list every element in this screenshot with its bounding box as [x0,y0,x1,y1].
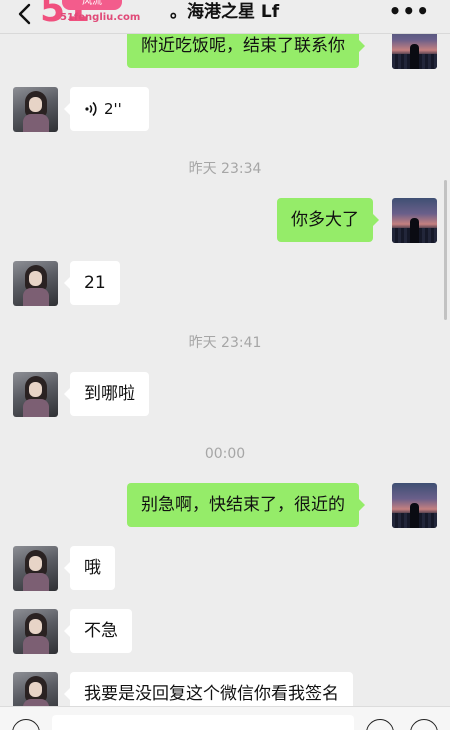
avatar-contact[interactable] [13,261,58,306]
timestamp: 昨天 23:41 [188,335,262,351]
chat-header: 51 风流 51fengliu.com 。海港之星 Lf ••• [0,0,450,34]
avatar-contact[interactable] [13,546,58,591]
logo-url: 51fengliu.com [60,12,141,23]
message-bubble-incoming[interactable]: 不急 [64,609,132,653]
more-dots-icon[interactable]: ••• [389,0,430,22]
avatar-contact[interactable] [13,87,58,132]
voice-duration: 2'' [104,100,122,118]
voice-input-icon[interactable] [12,719,40,730]
message-bubble-outgoing[interactable]: 你多大了 [277,198,379,242]
voice-wave-icon [85,101,97,117]
voice-message-bubble[interactable]: 2'' [64,87,149,131]
message-input[interactable] [52,715,354,730]
message-bubble-incoming[interactable]: 21 [64,261,120,305]
watermark-logo: 51 风流 51fengliu.com [40,0,140,30]
timestamp: 昨天 23:34 [188,161,262,177]
avatar-contact[interactable] [13,372,58,417]
emoji-icon[interactable] [366,719,394,730]
scrollbar[interactable] [444,180,447,320]
message-bubble-outgoing[interactable]: 别急啊，快结束了，很近的 [127,483,365,527]
avatar-contact[interactable] [13,609,58,654]
message-bubble-incoming[interactable]: 哦 [64,546,115,590]
plus-icon[interactable] [410,719,438,730]
chevron-left-icon[interactable] [14,2,38,26]
chat-title: 。海港之星 Lf [170,2,280,22]
input-bar [0,706,450,730]
logo-pill: 风流 [62,0,122,10]
timestamp: 00:00 [204,446,246,462]
avatar-me[interactable] [392,198,437,243]
message-bubble-incoming[interactable]: 到哪啦 [64,372,149,416]
avatar-me[interactable] [392,483,437,528]
